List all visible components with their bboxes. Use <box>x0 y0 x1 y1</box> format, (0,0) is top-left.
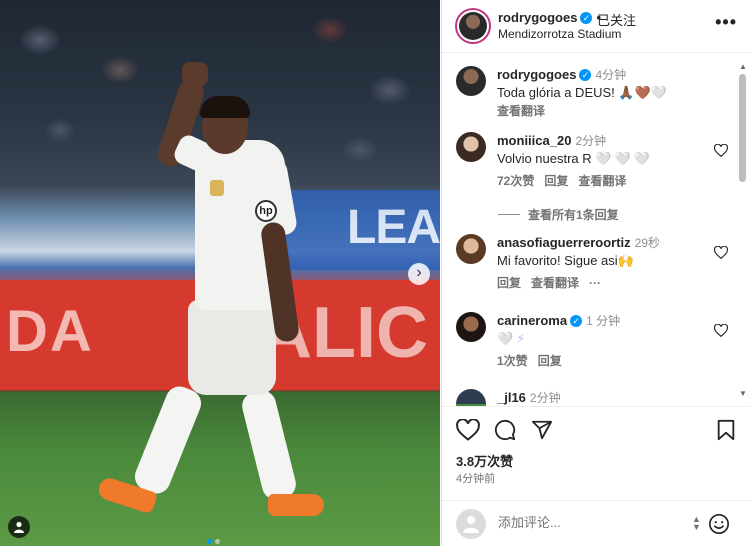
comment-time: 1 分钟 <box>586 314 621 328</box>
comment-composer: ▲▼ <box>442 500 750 546</box>
default-user-icon <box>463 516 479 533</box>
commenter-username[interactable]: carineroma <box>497 313 567 328</box>
comment-time: 2分钟 <box>529 391 561 405</box>
scroll-down-arrow-icon[interactable]: ▼ <box>739 389 747 398</box>
like-count[interactable]: 1次赞 <box>497 354 528 368</box>
post-image[interactable]: LEA DA ALIC hp › <box>0 0 440 546</box>
ad-banner-blue-text: LEA <box>347 201 440 254</box>
like-heart-icon[interactable] <box>456 419 480 441</box>
commenter-avatar[interactable] <box>456 234 486 264</box>
like-comment-heart-icon[interactable] <box>714 324 728 337</box>
commenter-username[interactable]: _jl16 <box>497 390 526 405</box>
sort-arrows-icon[interactable]: ▲ ▼ <box>692 515 701 532</box>
post-location[interactable]: Mendizorrotza Stadium <box>498 27 621 41</box>
more-options-button[interactable]: ••• <box>715 12 737 33</box>
player-hair <box>200 96 250 118</box>
scroll-up-arrow-icon[interactable]: ▲ <box>739 62 747 71</box>
club-crest <box>210 180 224 196</box>
comments-list: rodrygogoes ✓ 4分钟 Toda glória a DEUS! 🙏🏾🤎🤍… <box>442 54 750 406</box>
ad-banner-left-text: DA <box>6 299 94 364</box>
user-icon <box>14 521 24 533</box>
comment-emoji: 🤍🤍🤍 <box>595 151 653 166</box>
commenter-username[interactable]: rodrygogoes <box>497 67 576 82</box>
sponsor-logo: hp <box>255 200 277 222</box>
carousel-dot-active <box>207 539 212 544</box>
comment-time: 2分钟 <box>575 134 607 148</box>
commenter-username[interactable]: moniiica_20 <box>497 133 571 148</box>
post-header: rodrygogoes ✓ • 已关注 Mendizorrotza Stadium … <box>442 0 750 53</box>
caption-text: Toda glória a DEUS! 🙏🏾🤎🤍 <box>497 85 667 100</box>
share-send-icon[interactable] <box>530 419 554 441</box>
post-timestamp: 4分钟前 <box>456 473 496 485</box>
comment-text: 🤍⚡ <box>497 331 529 346</box>
commenter-avatar[interactable] <box>456 66 486 96</box>
view-replies-link[interactable]: 查看所有1条回复 <box>498 206 619 223</box>
comment-text: Volvio nuestra R <box>497 151 592 166</box>
author-username[interactable]: rodrygogoes <box>498 10 577 25</box>
commenter-avatar[interactable] <box>456 389 486 406</box>
verified-badge-icon: ✓ <box>580 12 593 24</box>
comments-scrollbar[interactable]: ▲ ▼ <box>738 62 748 398</box>
tagged-users-button[interactable] <box>8 516 30 538</box>
comment-time: 4分钟 <box>595 68 627 82</box>
author-avatar[interactable] <box>455 8 491 44</box>
see-translation-link[interactable]: 查看翻译 <box>531 276 579 290</box>
player-boot <box>268 494 324 516</box>
carousel-dot <box>215 539 220 544</box>
like-count[interactable]: 72次赞 <box>497 174 534 188</box>
player-shorts <box>188 300 276 395</box>
commenter-avatar[interactable] <box>456 312 486 342</box>
scroll-thumb[interactable] <box>739 74 746 182</box>
comment-input[interactable] <box>498 515 678 530</box>
post-side-panel: rodrygogoes ✓ • 已关注 Mendizorrotza Stadium … <box>441 0 750 546</box>
player-fist <box>182 62 208 86</box>
emoji-smiley-icon[interactable] <box>708 513 730 535</box>
comment-time: 29秒 <box>634 236 661 250</box>
save-bookmark-icon[interactable] <box>716 419 736 441</box>
see-translation-link[interactable]: 查看翻译 <box>497 104 545 118</box>
commenter-avatar[interactable] <box>456 132 486 162</box>
verified-badge-icon: ✓ <box>570 315 583 327</box>
author-name-row: rodrygogoes ✓ • <box>498 10 601 25</box>
post-actions: 3.8万次赞 4分钟前 <box>442 406 750 496</box>
comment-text: Mi favorito! Sigue asi🙌 <box>497 253 634 268</box>
reply-button[interactable]: 回复 <box>538 354 562 368</box>
reply-button[interactable]: 回复 <box>497 276 521 290</box>
next-image-button[interactable]: › <box>408 263 430 285</box>
comment-more-button[interactable]: ··· <box>589 276 601 290</box>
current-user-avatar <box>456 509 486 539</box>
commenter-username[interactable]: anasofiaguerreroortiz <box>497 235 631 250</box>
pitch-grass <box>0 392 440 546</box>
like-comment-heart-icon[interactable] <box>714 144 728 157</box>
verified-badge-icon: ✓ <box>579 69 592 81</box>
like-comment-heart-icon[interactable] <box>714 246 728 259</box>
comment-bubble-icon[interactable] <box>493 419 517 441</box>
reply-button[interactable]: 回复 <box>544 174 568 188</box>
see-translation-link[interactable]: 查看翻译 <box>578 174 626 188</box>
carousel-indicator <box>207 531 223 546</box>
post-like-count[interactable]: 3.8万次赞 <box>456 451 513 470</box>
